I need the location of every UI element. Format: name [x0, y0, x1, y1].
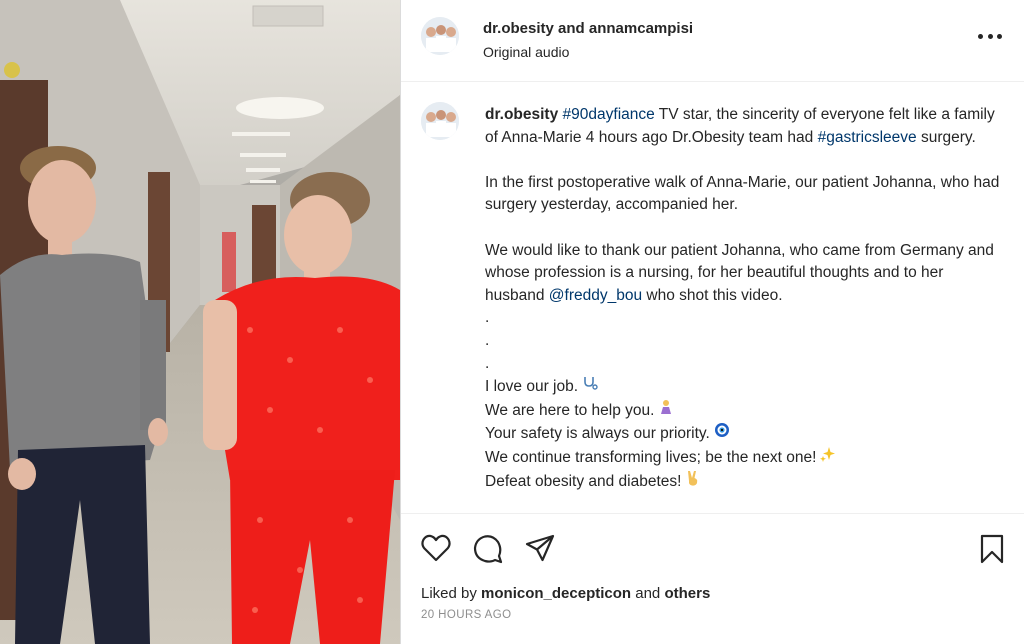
likes-others-link[interactable]: others: [664, 585, 710, 602]
stethoscope-icon: [582, 375, 598, 399]
post-header: dr.obesity and annamcampisi Original aud…: [401, 0, 1024, 82]
caption-line: who shot this video.: [642, 286, 783, 304]
caption-username[interactable]: dr.obesity: [485, 106, 558, 123]
caption-paragraph: We would like to thank our patient Johan…: [485, 240, 1001, 308]
caption-line-transform: We continue transforming lives; be the n…: [485, 446, 1001, 470]
post-details: dr.obesity and annamcampisi Original aud…: [401, 0, 1024, 644]
caption-line: surgery.: [916, 128, 976, 146]
instagram-post: dr.obesity and annamcampisi Original aud…: [0, 0, 1024, 644]
caption-line-help: We are here to help you.: [485, 399, 1001, 423]
avatar[interactable]: [421, 17, 459, 55]
caption-paragraph: dr.obesity #90dayfiance TV star, the sin…: [485, 104, 1001, 149]
victory-hand-icon: [685, 470, 701, 494]
caption-line-safety: Your safety is always our priority.: [485, 422, 1001, 446]
likes-summary: Liked by monicon_decepticon and others: [421, 585, 710, 602]
caption: dr.obesity #90dayfiance TV star, the sin…: [421, 102, 1001, 512]
caption-text: dr.obesity #90dayfiance TV star, the sin…: [485, 104, 1001, 493]
coauthor-link[interactable]: annamcampisi: [589, 20, 693, 37]
hashtag-link[interactable]: #90dayfiance: [563, 106, 655, 123]
comment-icon[interactable]: [473, 534, 503, 564]
sparkles-icon: [820, 446, 836, 470]
more-options-icon[interactable]: [978, 26, 1002, 46]
caption-paragraph: In the first postoperative walk of Anna-…: [485, 173, 1000, 214]
audio-label[interactable]: Original audio: [483, 44, 569, 60]
caption-line-defeat: Defeat obesity and diabetes!: [485, 470, 1001, 494]
hashtag-link[interactable]: #gastricsleeve: [818, 129, 917, 146]
heart-icon[interactable]: [421, 534, 451, 562]
caption-dot: .: [485, 354, 490, 372]
bookmark-icon[interactable]: [979, 534, 1007, 564]
praying-icon: [658, 399, 674, 423]
likes-prefix: Liked by: [421, 585, 477, 602]
mention-link[interactable]: @freddy_bou: [549, 287, 642, 304]
caption-line-love: I love our job.: [485, 375, 1001, 399]
action-bar: [401, 513, 1024, 586]
nazar-icon: [714, 422, 730, 446]
post-authors: dr.obesity and annamcampisi: [483, 20, 693, 37]
author-connector: and: [558, 20, 585, 37]
share-icon[interactable]: [525, 534, 555, 562]
liker-link[interactable]: monicon_decepticon: [481, 585, 631, 602]
hallway-scene: [0, 0, 400, 644]
post-timestamp[interactable]: 20 HOURS AGO: [421, 609, 511, 621]
likes-connector: and: [635, 585, 661, 602]
post-video[interactable]: [0, 0, 400, 644]
team-avatar-icon: [421, 17, 459, 55]
avatar[interactable]: [421, 102, 459, 140]
author-link[interactable]: dr.obesity: [483, 20, 554, 37]
caption-dot: .: [485, 309, 490, 327]
team-avatar-icon: [421, 102, 459, 140]
caption-dot: .: [485, 331, 490, 349]
